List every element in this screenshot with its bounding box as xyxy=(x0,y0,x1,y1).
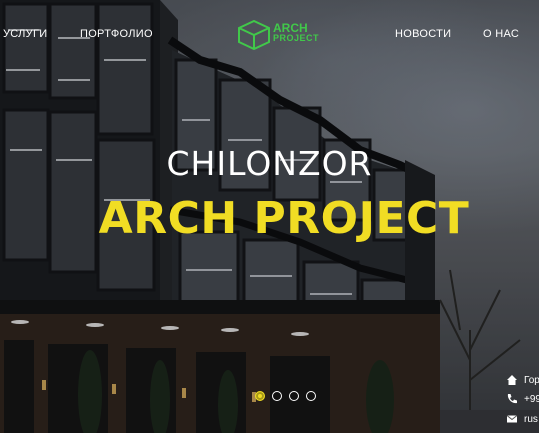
nav-services[interactable]: УСЛУГИ xyxy=(3,28,47,40)
contact-email-text: rus xyxy=(524,413,538,425)
hero-headline: CHILONZOR xyxy=(166,144,373,183)
slider-dot[interactable] xyxy=(272,391,282,401)
contact-address-text: Гор xyxy=(524,374,539,386)
envelope-icon xyxy=(506,415,518,423)
nav-portfolio[interactable]: ПОРТФОЛИО xyxy=(80,28,153,40)
contact-address: Гор xyxy=(506,374,539,386)
slider-dot[interactable] xyxy=(289,391,299,401)
hero-title: ARCH PROJECT xyxy=(98,193,470,244)
nav-news[interactable]: НОВОСТИ xyxy=(395,28,451,40)
logo-cube-icon xyxy=(238,19,270,51)
site-logo[interactable]: ARCH PROJECT xyxy=(237,19,320,51)
contact-phone[interactable]: +99 xyxy=(506,393,539,405)
slider-dot[interactable] xyxy=(306,391,316,401)
slider-pagination xyxy=(255,391,316,401)
contact-phone-text: +99 xyxy=(524,393,539,405)
phone-icon xyxy=(507,394,517,404)
home-icon xyxy=(507,375,517,385)
nav-about[interactable]: О НАС xyxy=(483,28,519,40)
contact-email[interactable]: rus xyxy=(506,413,538,425)
slider-dot[interactable] xyxy=(255,391,265,401)
logo-subtext: PROJECT xyxy=(273,33,320,43)
